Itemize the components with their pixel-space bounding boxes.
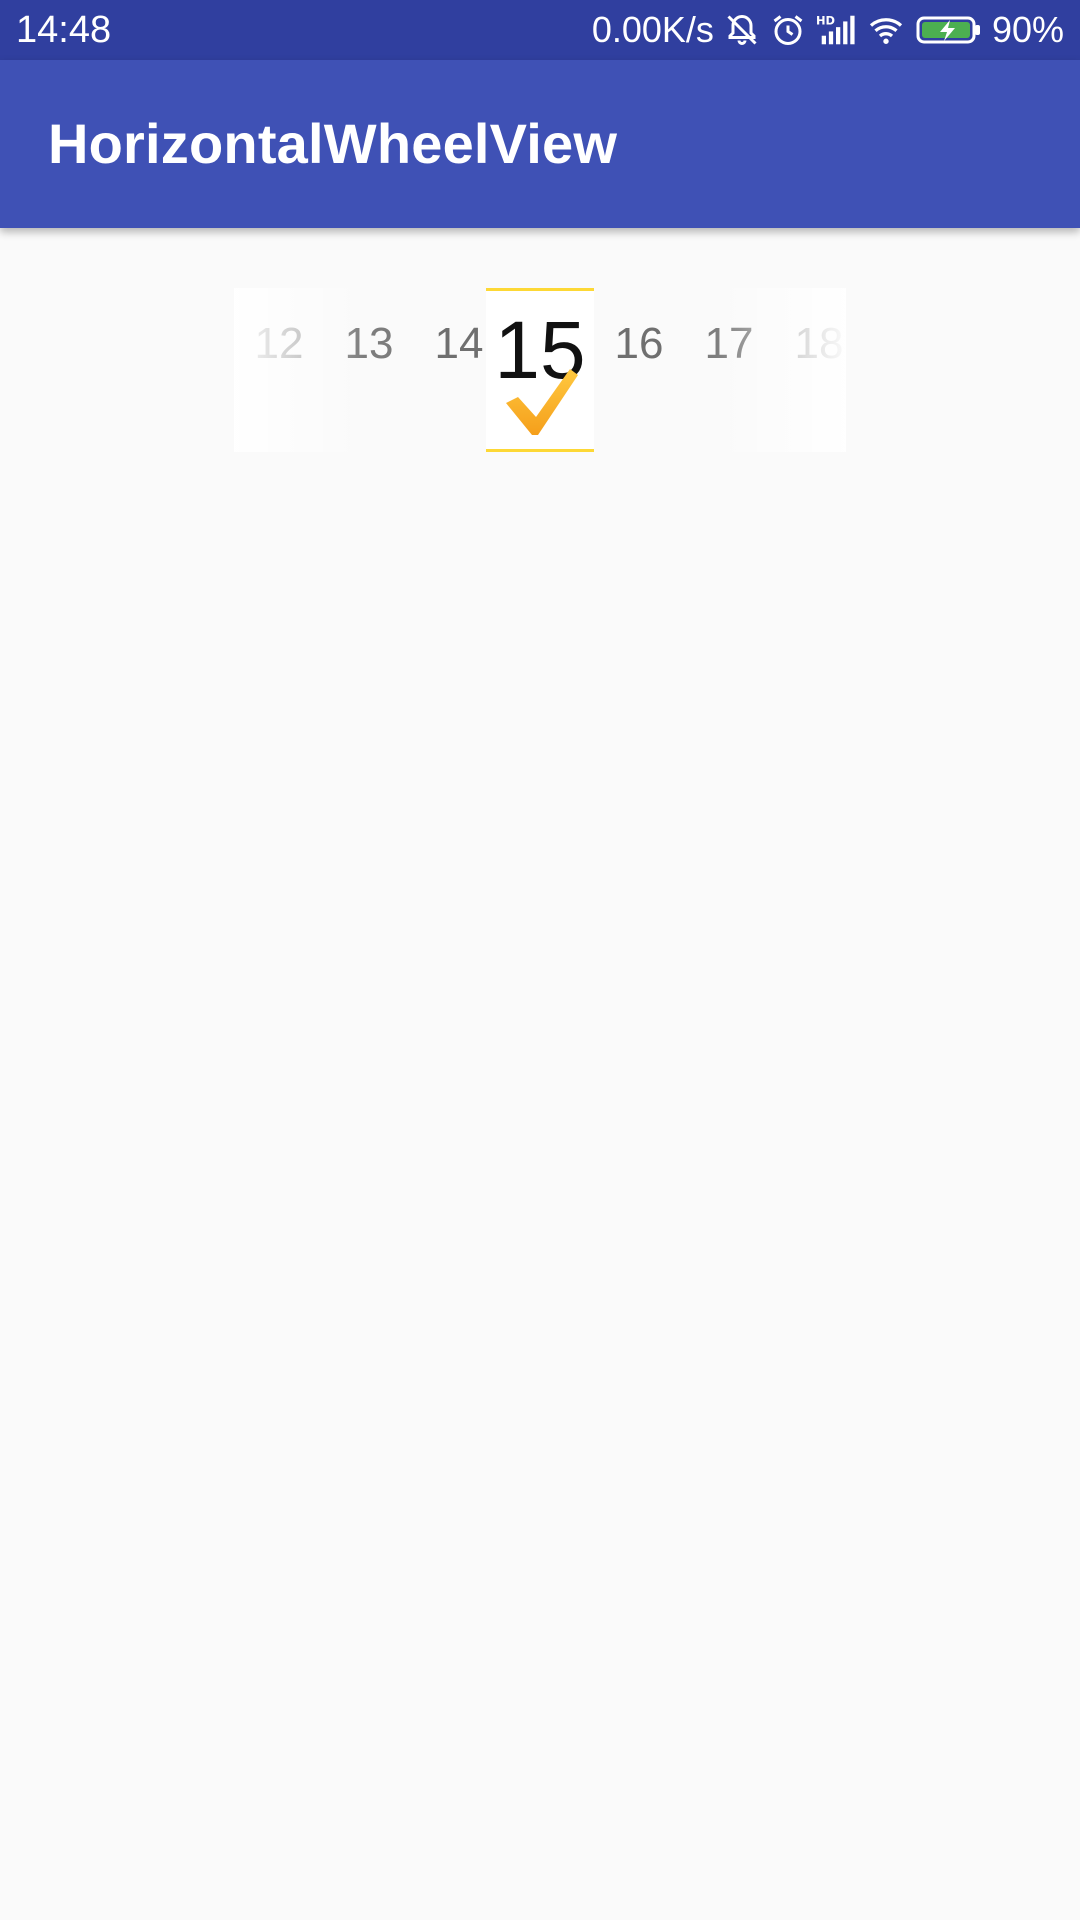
svg-text:HD: HD (816, 13, 835, 27)
battery-charging-icon (916, 8, 982, 52)
alarm-clock-icon (770, 8, 806, 52)
app-bar: HorizontalWheelView (0, 60, 1080, 228)
wheel-item[interactable]: 13 (324, 288, 414, 400)
horizontal-wheel[interactable]: 12 13 14 15 16 17 18 (234, 288, 846, 452)
status-time: 14:48 (16, 9, 112, 51)
hd-signal-icon: HD (816, 8, 856, 52)
wheel-item[interactable]: 16 (594, 288, 684, 400)
wheel-item[interactable]: 12 (234, 288, 324, 400)
battery-percent: 90% (991, 9, 1064, 50)
page-title: HorizontalWheelView (48, 112, 618, 175)
wheel-selected-item[interactable]: 15 (486, 288, 594, 452)
status-bar: 14:48 0.00K/s HD 90% (0, 0, 1080, 60)
status-icons: 0.00K/s HD 90% (592, 8, 1064, 52)
wheel-item[interactable]: 18 (774, 288, 864, 400)
network-speed: 0.00K/s (591, 9, 714, 50)
wheel-item[interactable]: 17 (684, 288, 774, 400)
alarm-off-icon (724, 8, 760, 52)
wifi-icon (866, 8, 906, 52)
checkmark-icon (502, 365, 580, 437)
